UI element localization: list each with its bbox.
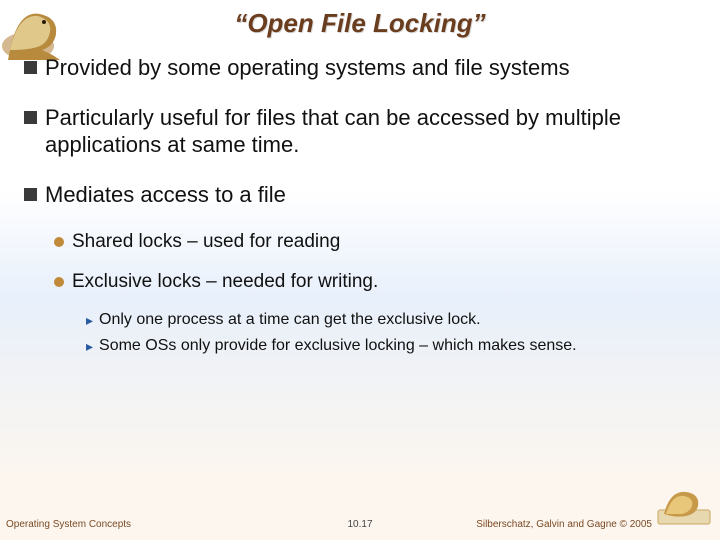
bullet-text: Exclusive locks – needed for writing. <box>72 270 378 294</box>
bullet-level-1: Provided by some operating systems and f… <box>24 54 704 82</box>
bullet-text: Only one process at a time can get the e… <box>99 310 481 330</box>
arrow-bullet-icon: ▸ <box>86 338 93 355</box>
slide-title: “Open File Locking” <box>0 8 720 39</box>
slide-footer: Operating System Concepts 10.17 Silbersc… <box>0 510 720 530</box>
bullet-text: Shared locks – used for reading <box>72 230 340 254</box>
arrow-bullet-icon: ▸ <box>86 312 93 329</box>
bullet-level-2: Shared locks – used for reading <box>54 230 704 254</box>
bullet-level-3: ▸ Only one process at a time can get the… <box>86 310 704 330</box>
bullet-level-3: ▸ Some OSs only provide for exclusive lo… <box>86 336 704 356</box>
slide-content: Provided by some operating systems and f… <box>24 54 704 362</box>
square-bullet-icon <box>24 111 37 124</box>
circle-bullet-icon <box>54 277 64 287</box>
bullet-text: Mediates access to a file <box>45 181 286 209</box>
square-bullet-icon <box>24 188 37 201</box>
bullet-text: Particularly useful for files that can b… <box>45 104 704 159</box>
bullet-level-1: Particularly useful for files that can b… <box>24 104 704 159</box>
bullet-level-2: Exclusive locks – needed for writing. <box>54 270 704 294</box>
circle-bullet-icon <box>54 237 64 247</box>
bullet-text: Provided by some operating systems and f… <box>45 54 570 82</box>
bullet-level-1: Mediates access to a file <box>24 181 704 209</box>
square-bullet-icon <box>24 61 37 74</box>
bullet-text: Some OSs only provide for exclusive lock… <box>99 336 577 356</box>
footer-copyright: Silberschatz, Galvin and Gagne © 2005 <box>476 519 652 530</box>
